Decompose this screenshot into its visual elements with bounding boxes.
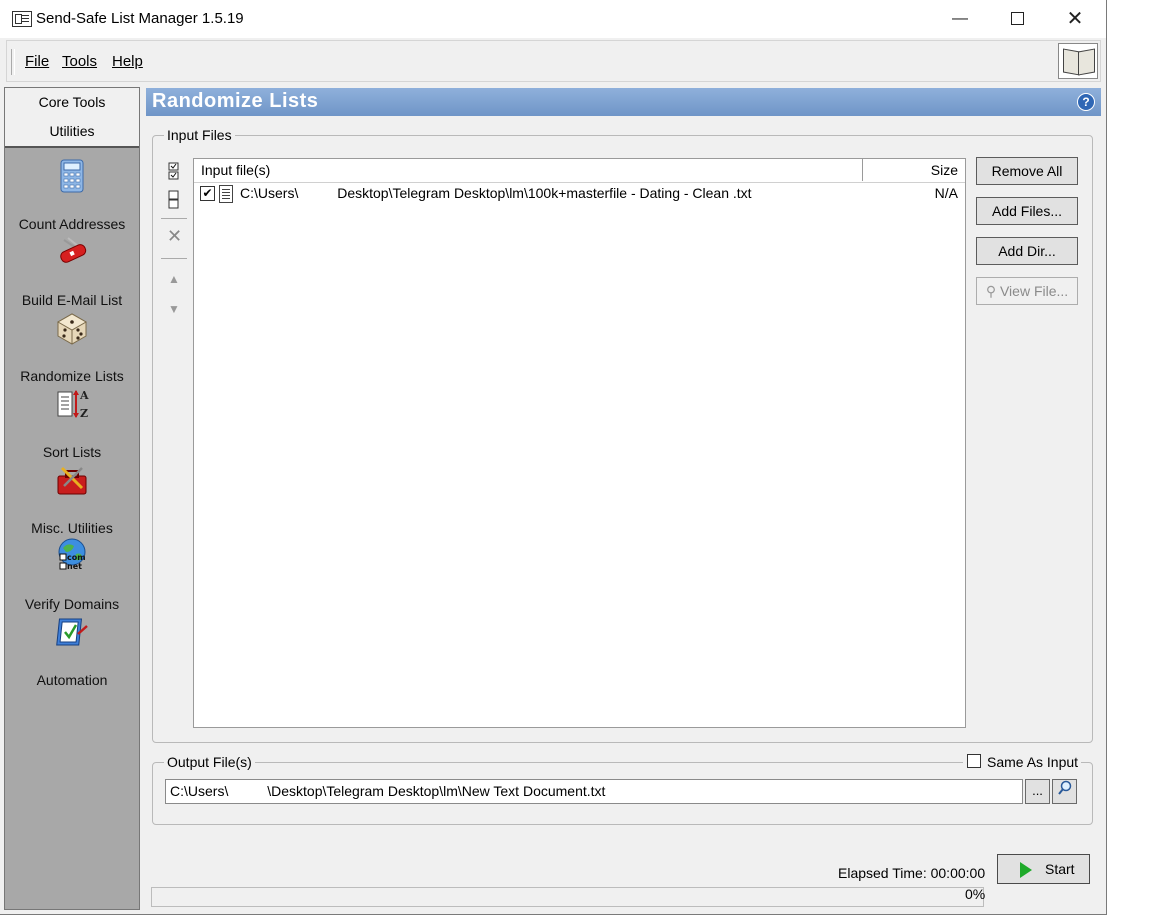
tool-label: Verify Domains [24,596,120,612]
dice-icon [56,313,88,345]
column-input-files[interactable]: Input file(s) [194,159,863,181]
tool-label: Build E-Mail List [21,292,123,308]
swiss-knife-icon [60,237,87,263]
strip-divider [161,218,187,219]
text-file-icon [219,185,233,203]
same-as-input-checkbox[interactable] [967,754,981,768]
add-dir-button[interactable]: Add Dir... [976,237,1078,265]
strip-divider [161,258,187,259]
input-files-table: Input file(s) Size ✔ C:\Users\ Desktop\T… [193,158,966,728]
window-title: Send-Safe List Manager 1.5.19 [36,10,244,27]
menu-help[interactable]: Help [112,53,143,70]
uncheck-all-icon[interactable] [167,190,181,209]
tab-core-tools[interactable]: Core Tools [5,88,139,118]
table-header: Input file(s) Size [194,159,965,183]
tool-label: Misc. Utilities [31,520,113,536]
progress-bar [151,887,984,907]
view-file-button[interactable]: ⚲ View File... [976,277,1078,305]
column-size[interactable]: Size [864,159,965,181]
help-icon[interactable]: ? [1077,93,1095,111]
tool-label: Count Addresses [18,216,126,232]
same-as-input-label: Same As Input [987,754,1079,770]
tab-utilities[interactable]: Utilities [5,117,139,148]
add-files-button[interactable]: Add Files... [976,197,1078,225]
menu-tools[interactable]: Tools [62,53,97,70]
file-size: N/A [934,185,958,201]
same-as-input-toggle[interactable]: Same As Input [963,754,1082,770]
remove-icon[interactable]: ✕ [167,227,182,245]
view-file-label: View File... [999,283,1069,299]
book-icon[interactable] [1058,43,1098,79]
remove-all-button[interactable]: Remove All [976,157,1078,185]
globe-com-net-icon: com net [58,538,86,571]
magnifier-icon [1057,780,1071,795]
output-file-field[interactable]: C:\Users\ \Desktop\Telegram Desktop\lm\N… [165,779,1023,804]
toolbox-icon [57,466,87,495]
view-output-button[interactable] [1052,779,1077,804]
file-path: C:\Users\ Desktop\Telegram Desktop\lm\10… [240,185,752,201]
minimize-button[interactable]: — [931,0,989,38]
tool-label: Automation [36,672,108,688]
close-button[interactable]: ✕ [1046,0,1104,38]
tool-label: Randomize Lists [20,368,124,384]
svg-text:net: net [67,562,82,571]
magnifier-icon: ⚲ [985,283,997,299]
play-icon [1020,862,1032,878]
app-icon [12,11,32,27]
output-files-legend: Output File(s) [164,754,255,770]
progress-percent: 0% [965,886,986,902]
page-title: Randomize Lists [152,90,319,112]
svg-text:com: com [67,553,86,562]
calculator-icon [60,159,84,193]
menu-bar: File Tools Help [6,40,1101,82]
start-label: Start [1045,861,1075,877]
app-window: Send-Safe List Manager 1.5.19 — ✕ File T… [0,0,1107,915]
elapsed-time: Elapsed Time: 00:00:00 [838,865,986,881]
menubar-grip [11,49,15,75]
input-files-legend: Input Files [164,127,235,143]
start-button[interactable]: Start [997,854,1090,884]
panel-header: Randomize Lists ? [146,88,1101,116]
row-checkbox[interactable]: ✔ [200,186,215,201]
check-all-icon[interactable] [167,162,181,180]
automation-icon [56,618,88,646]
maximize-button[interactable] [988,0,1046,38]
tool-label: Sort Lists [42,444,102,460]
left-nav: Core Tools Utilities Count Addresses Bui… [4,87,140,910]
title-bar: Send-Safe List Manager 1.5.19 — ✕ [0,0,1106,38]
browse-button[interactable]: ... [1025,779,1050,804]
sort-az-icon: A Z [57,389,89,420]
svg-text:Z: Z [80,407,88,420]
menu-file[interactable]: File [25,53,49,70]
elapsed-value: 00:00:00 [930,865,986,881]
maximize-icon [1010,12,1024,26]
table-row[interactable]: ✔ C:\Users\ Desktop\Telegram Desktop\lm\… [194,183,965,205]
output-files-group: Output File(s) Same As Input C:\Users\ \… [152,754,1093,825]
svg-text:A: A [79,389,89,402]
input-files-group: Input Files ✕ ▲ ▼ Input file(s) Size ✔ C… [152,127,1093,743]
move-up-icon[interactable]: ▲ [167,272,181,288]
move-down-icon[interactable]: ▼ [167,302,181,318]
